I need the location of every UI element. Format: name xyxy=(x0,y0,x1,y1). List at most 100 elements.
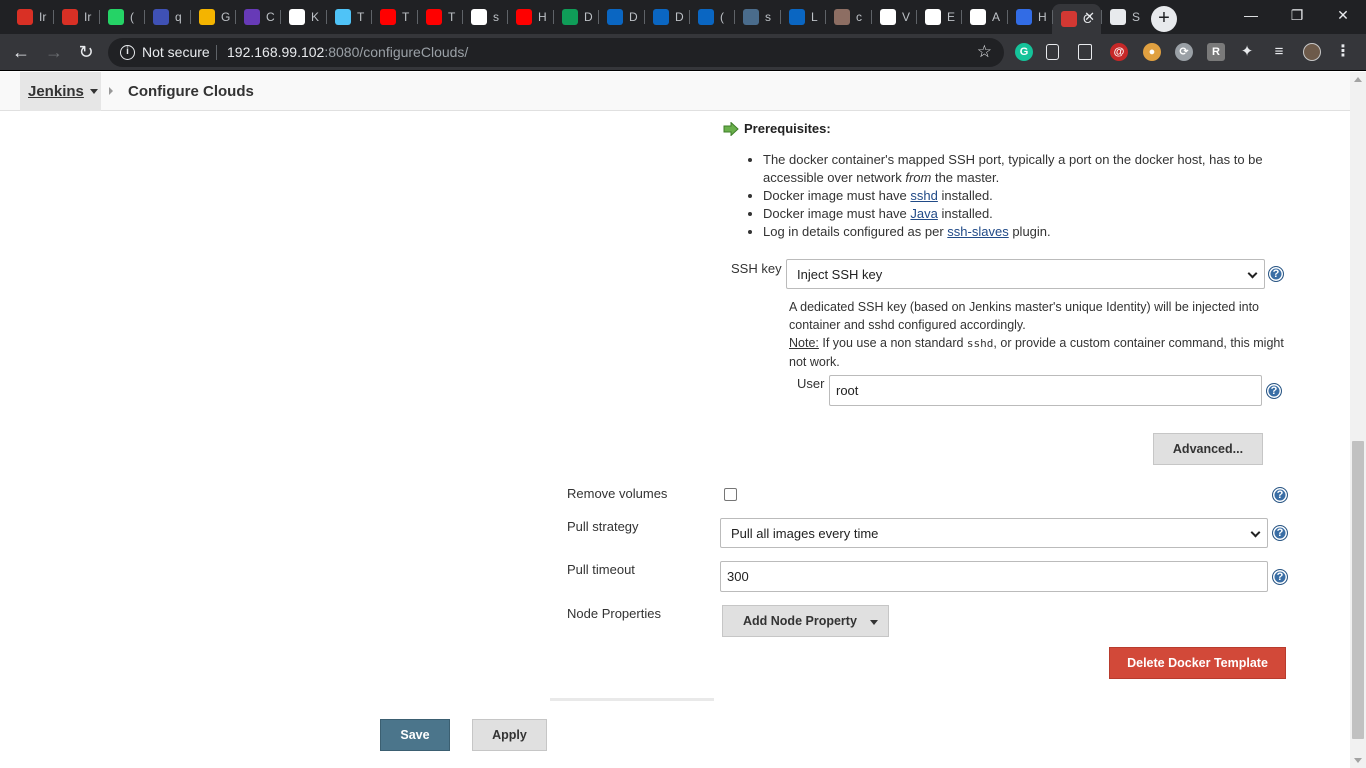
scrollbar-thumb[interactable] xyxy=(1352,441,1364,739)
minimize-button[interactable]: — xyxy=(1228,0,1274,30)
advanced-button[interactable]: Advanced... xyxy=(1153,433,1263,465)
add-node-property-button[interactable]: Add Node Property xyxy=(722,605,889,637)
browser-tab-title: q xyxy=(175,10,182,24)
medium-icon xyxy=(970,9,986,25)
browser-tab[interactable]: s xyxy=(462,4,507,30)
browser-tab[interactable]: L xyxy=(780,4,825,30)
ssh-key-select[interactable]: Inject SSH key xyxy=(786,259,1265,289)
breadcrumb-jenkins-link[interactable]: Jenkins xyxy=(28,83,84,100)
browser-tab[interactable]: c xyxy=(825,4,870,30)
java-link[interactable]: Java xyxy=(910,206,937,221)
bookmark-star-icon[interactable]: ☆ xyxy=(977,42,992,62)
browser-tab[interactable]: ( xyxy=(689,4,734,30)
browser-tab[interactable]: E xyxy=(916,4,961,30)
user-input[interactable] xyxy=(829,375,1262,406)
save-button[interactable]: Save xyxy=(380,719,450,751)
security-label[interactable]: Not secure xyxy=(142,44,210,60)
gear-icon xyxy=(1110,9,1126,25)
browser-tab[interactable]: D xyxy=(553,4,598,30)
linkedin-icon xyxy=(607,9,623,25)
browser-tab[interactable]: Ir xyxy=(53,4,98,30)
browser-tab[interactable]: q xyxy=(144,4,189,30)
browser-tab[interactable]: D xyxy=(598,4,643,30)
chevron-down-icon xyxy=(1247,268,1258,279)
pull-strategy-label: Pull strategy xyxy=(567,519,639,534)
office-extension-icon[interactable] xyxy=(1046,44,1059,60)
new-tab-button[interactable]: + xyxy=(1151,6,1177,32)
extensions-puzzle-icon[interactable]: ✦ xyxy=(1238,43,1256,61)
refresh-extension-icon[interactable]: ⟳ xyxy=(1175,43,1193,61)
list-item-emphasis: from xyxy=(905,170,932,185)
browser-tab[interactable]: Ir xyxy=(8,4,53,30)
r-extension-icon[interactable]: R xyxy=(1207,43,1225,61)
vertical-scrollbar[interactable] xyxy=(1350,72,1366,768)
scroll-up-arrow-icon[interactable] xyxy=(1354,77,1362,82)
close-window-button[interactable]: ✕ xyxy=(1320,0,1366,30)
back-button[interactable]: ← xyxy=(9,41,33,65)
browser-tab[interactable]: K xyxy=(280,4,325,30)
user-help-icon[interactable]: ? xyxy=(1266,383,1282,399)
address-bar[interactable]: i Not secure 192.168.99.102:8080/configu… xyxy=(108,38,1004,67)
browser-menu-icon[interactable]: ⋮ xyxy=(1334,43,1352,61)
ssh-key-description: A dedicated SSH key (based on Jenkins ma… xyxy=(789,298,1289,371)
browser-tab[interactable]: H xyxy=(1007,4,1052,30)
breadcrumb-home[interactable]: Jenkins xyxy=(20,72,101,111)
maximize-button[interactable]: ❐ xyxy=(1274,0,1320,30)
pocket-extension-icon[interactable]: @ xyxy=(1110,43,1128,61)
clipboard-extension-icon[interactable] xyxy=(1078,44,1092,60)
breadcrumb-current-page: Configure Clouds xyxy=(128,83,254,100)
pull-timeout-input[interactable] xyxy=(720,561,1268,592)
remove-volumes-help-icon[interactable]: ? xyxy=(1272,487,1288,503)
cookie-extension-icon[interactable]: ● xyxy=(1143,43,1161,61)
info-icon[interactable]: i xyxy=(120,45,135,60)
browser-tab[interactable]: V xyxy=(871,4,916,30)
prerequisites-title: Prerequisites: xyxy=(744,121,831,136)
linkedin-icon xyxy=(698,9,714,25)
linkedin-icon xyxy=(789,9,805,25)
browser-tab[interactable]: ( xyxy=(99,4,144,30)
section-divider xyxy=(550,698,714,701)
ssh-slaves-link[interactable]: ssh-slaves xyxy=(947,224,1008,239)
remove-volumes-checkbox[interactable] xyxy=(724,488,737,501)
reload-button[interactable]: ↻ xyxy=(74,41,98,65)
browser-tab[interactable]: T xyxy=(371,4,416,30)
browser-tab[interactable]: G xyxy=(190,4,235,30)
grammarly-extension-icon[interactable]: G xyxy=(1015,43,1033,61)
list-item-text: The docker container's mapped SSH port, … xyxy=(763,152,1263,185)
browser-tab[interactable]: C ✕ xyxy=(1052,4,1101,34)
breadcrumb-separator-icon xyxy=(109,87,113,95)
breadcrumb-bar: Jenkins Configure Clouds xyxy=(0,72,1350,111)
profile-avatar[interactable] xyxy=(1303,43,1321,61)
browser-tab-title: s xyxy=(765,10,771,24)
browser-tab[interactable]: H xyxy=(507,4,552,30)
browser-tab[interactable]: T xyxy=(417,4,462,30)
apply-button[interactable]: Apply xyxy=(472,719,547,751)
add-node-property-label: Add Node Property xyxy=(743,614,857,628)
browser-tab[interactable]: A xyxy=(961,4,1006,30)
ssh-key-help-icon[interactable]: ? xyxy=(1268,266,1284,282)
browser-tab[interactable]: S xyxy=(1101,4,1146,30)
chevron-down-icon[interactable] xyxy=(89,89,98,94)
delete-docker-template-button[interactable]: Delete Docker Template xyxy=(1109,647,1286,679)
kubernetes-icon xyxy=(1016,9,1032,25)
browser-tab[interactable]: D xyxy=(644,4,689,30)
list-item-text: installed. xyxy=(937,206,993,221)
sshd-link[interactable]: sshd xyxy=(910,188,937,203)
pull-timeout-help-icon[interactable]: ? xyxy=(1272,569,1288,585)
browser-tab[interactable]: C xyxy=(235,4,280,30)
scroll-down-arrow-icon[interactable] xyxy=(1354,758,1362,763)
pull-strategy-help-icon[interactable]: ? xyxy=(1272,525,1288,541)
close-tab-icon[interactable]: ✕ xyxy=(1084,9,1095,25)
url-text[interactable]: 192.168.99.102:8080/configureClouds/ xyxy=(227,44,468,60)
browser-tab-title: ( xyxy=(130,10,134,24)
ssh-key-note: Note: If you use a non standard sshd, or… xyxy=(789,334,1289,371)
browser-toolbar: ← → ↻ i Not secure 192.168.99.102:8080/c… xyxy=(0,34,1366,71)
pull-strategy-select[interactable]: Pull all images every time xyxy=(720,518,1268,548)
forward-button[interactable]: → xyxy=(42,41,66,65)
prerequisites-heading: Prerequisites: xyxy=(723,121,831,136)
browser-tab[interactable]: T xyxy=(326,4,371,30)
jenkins-icon xyxy=(1061,11,1077,27)
medium-icon xyxy=(925,9,941,25)
media-control-icon[interactable]: ≡ xyxy=(1270,43,1288,61)
browser-tab[interactable]: s xyxy=(734,4,779,30)
